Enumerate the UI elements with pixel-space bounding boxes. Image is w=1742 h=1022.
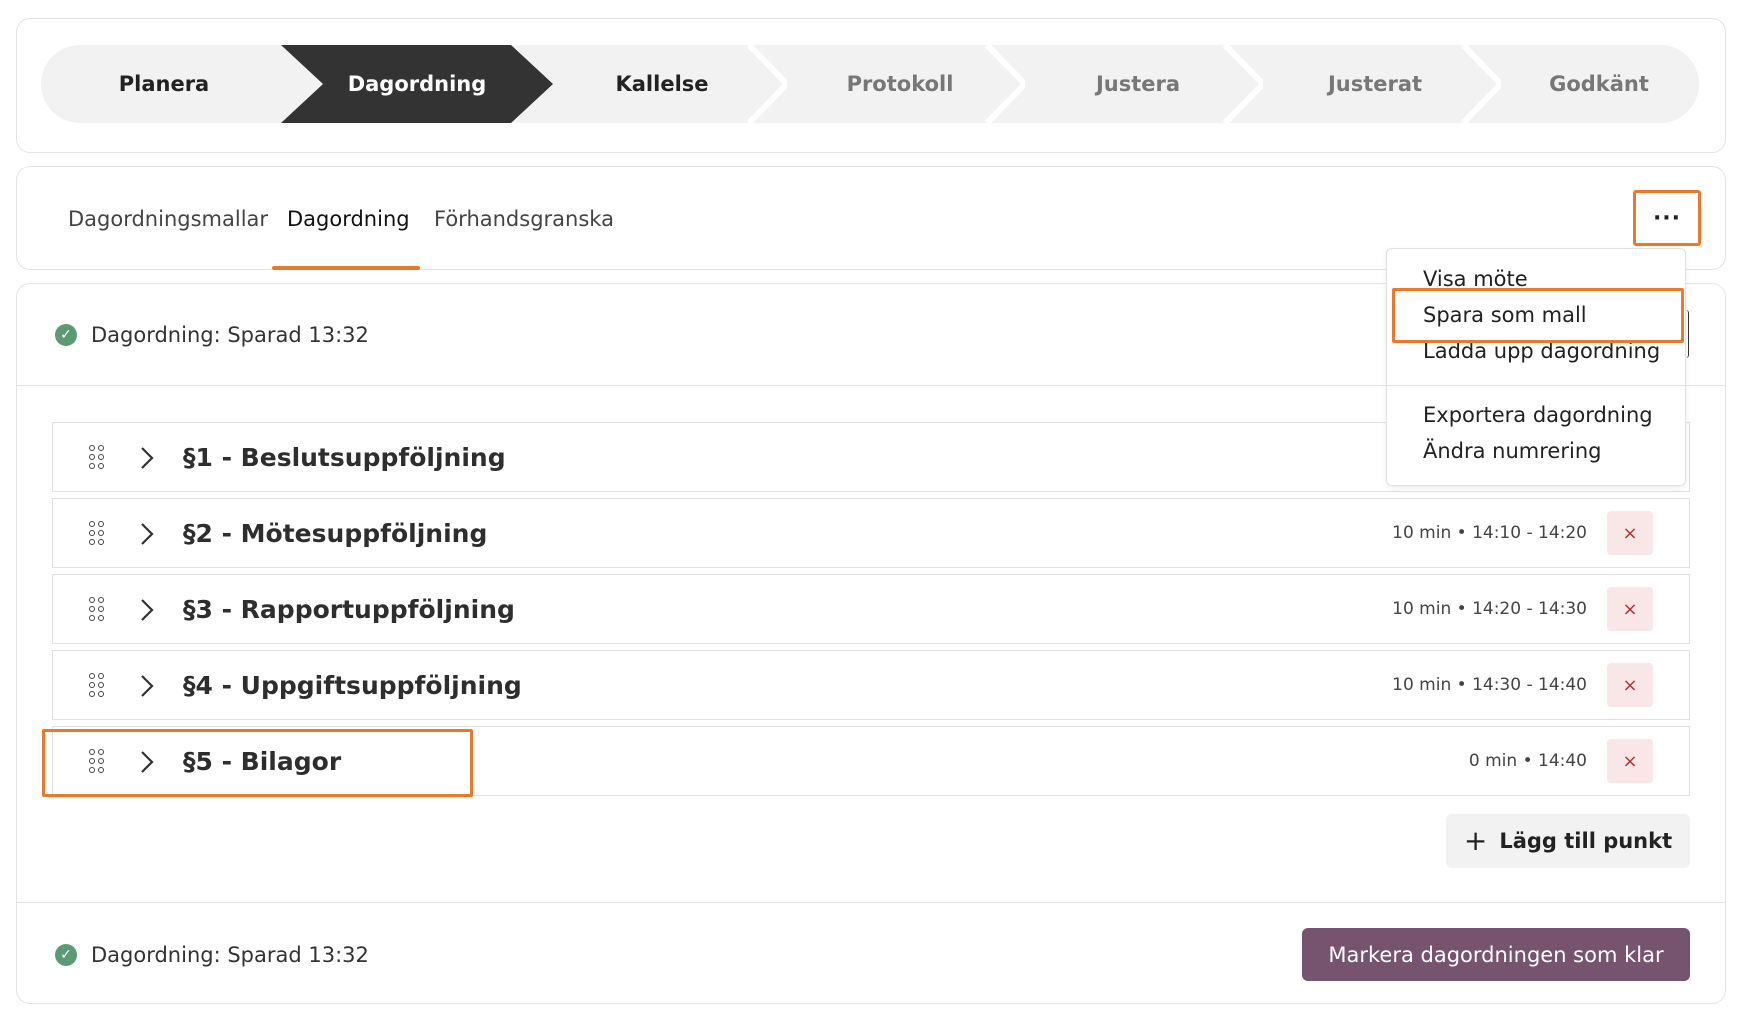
- menu-item-ladda-upp-dagordning[interactable]: Ladda upp dagordning: [1423, 339, 1660, 363]
- chevron-right-icon[interactable]: [135, 445, 159, 471]
- stepper-card: Planera Dagordning Kallelse Protokoll Ju…: [16, 18, 1726, 153]
- delete-button[interactable]: ×: [1607, 739, 1653, 783]
- agenda-item: §3 - Rapportuppföljning 10 min • 14:20 -…: [52, 574, 1690, 644]
- step-justera[interactable]: Justera: [1023, 45, 1253, 123]
- agenda-item: §4 - Uppgiftsuppföljning 10 min • 14:30 …: [52, 650, 1690, 720]
- tab-forhandsgranska[interactable]: Förhandsgranska: [434, 207, 614, 231]
- agenda-item-time: 0 min • 14:40: [1468, 751, 1587, 771]
- process-stepper: Planera Dagordning Kallelse Protokoll Ju…: [41, 45, 1699, 123]
- divider: [17, 902, 1725, 903]
- tab-dagordning[interactable]: Dagordning: [287, 207, 410, 231]
- agenda-item-title[interactable]: §5 - Bilagor: [183, 747, 341, 776]
- chevron-right-icon[interactable]: [135, 673, 159, 699]
- chevron-right-icon[interactable]: [135, 521, 159, 547]
- check-circle-icon: ✓: [55, 324, 77, 346]
- mark-agenda-done-button[interactable]: Markera dagordningen som klar: [1302, 928, 1690, 981]
- more-options-menu: Visa möte Spara som mall Ladda upp dagor…: [1386, 248, 1686, 486]
- agenda-item-title[interactable]: §1 - Beslutsuppföljning: [183, 443, 506, 472]
- close-icon: ×: [1622, 522, 1638, 544]
- drag-handle-icon[interactable]: [89, 749, 109, 775]
- step-godkant[interactable]: Godkänt: [1499, 45, 1699, 123]
- agenda-item-title[interactable]: §2 - Mötesuppföljning: [183, 519, 487, 548]
- step-protokoll[interactable]: Protokoll: [785, 45, 1015, 123]
- save-status-bottom: ✓ Dagordning: Sparad 13:32: [55, 943, 369, 967]
- save-status-top: ✓ Dagordning: Sparad 13:32: [55, 323, 369, 347]
- menu-item-andra-numrering[interactable]: Ändra numrering: [1423, 439, 1601, 463]
- drag-handle-icon[interactable]: [89, 673, 109, 699]
- step-planera[interactable]: Planera: [41, 45, 287, 123]
- more-options-button[interactable]: ···: [1633, 190, 1701, 246]
- close-icon: ×: [1622, 598, 1638, 620]
- menu-item-spara-som-mall[interactable]: Spara som mall: [1423, 303, 1587, 327]
- step-separator-icon: [747, 45, 787, 123]
- agenda-item-time: 10 min • 14:20 - 14:30: [1392, 599, 1587, 619]
- agenda-item-time: 10 min • 14:30 - 14:40: [1392, 675, 1587, 695]
- delete-button[interactable]: ×: [1607, 663, 1653, 707]
- step-dagordning[interactable]: Dagordning: [281, 45, 553, 123]
- ellipsis-icon: ···: [1652, 205, 1682, 231]
- tab-dagordningsmallar[interactable]: Dagordningsmallar: [68, 207, 268, 231]
- step-separator-icon: [1223, 45, 1263, 123]
- drag-handle-icon[interactable]: [89, 521, 109, 547]
- plus-icon: +: [1463, 824, 1488, 857]
- agenda-item-title[interactable]: §4 - Uppgiftsuppföljning: [183, 671, 522, 700]
- step-kallelse[interactable]: Kallelse: [547, 45, 777, 123]
- delete-button[interactable]: ×: [1607, 587, 1653, 631]
- agenda-item: §2 - Mötesuppföljning 10 min • 14:10 - 1…: [52, 498, 1690, 568]
- step-justerat[interactable]: Justerat: [1259, 45, 1491, 123]
- agenda-item-title[interactable]: §3 - Rapportuppföljning: [183, 595, 515, 624]
- menu-item-exportera-dagordning[interactable]: Exportera dagordning: [1423, 403, 1653, 427]
- menu-item-visa-mote[interactable]: Visa möte: [1423, 267, 1528, 291]
- drag-handle-icon[interactable]: [89, 597, 109, 623]
- agenda-item: §5 - Bilagor 0 min • 14:40 ×: [52, 726, 1690, 796]
- chevron-right-icon[interactable]: [135, 749, 159, 775]
- hidden-button-edge: [1686, 310, 1689, 358]
- add-item-button[interactable]: + Lägg till punkt: [1446, 814, 1690, 868]
- step-separator-icon: [985, 45, 1025, 123]
- delete-button[interactable]: ×: [1607, 511, 1653, 555]
- menu-divider: [1387, 385, 1685, 386]
- agenda-item-time: 10 min • 14:10 - 14:20: [1392, 523, 1587, 543]
- chevron-right-icon[interactable]: [135, 597, 159, 623]
- drag-handle-icon[interactable]: [89, 445, 109, 471]
- step-separator-icon: [1461, 45, 1501, 123]
- close-icon: ×: [1622, 674, 1638, 696]
- close-icon: ×: [1622, 750, 1638, 772]
- active-tab-indicator: [272, 266, 420, 270]
- check-circle-icon: ✓: [55, 944, 77, 966]
